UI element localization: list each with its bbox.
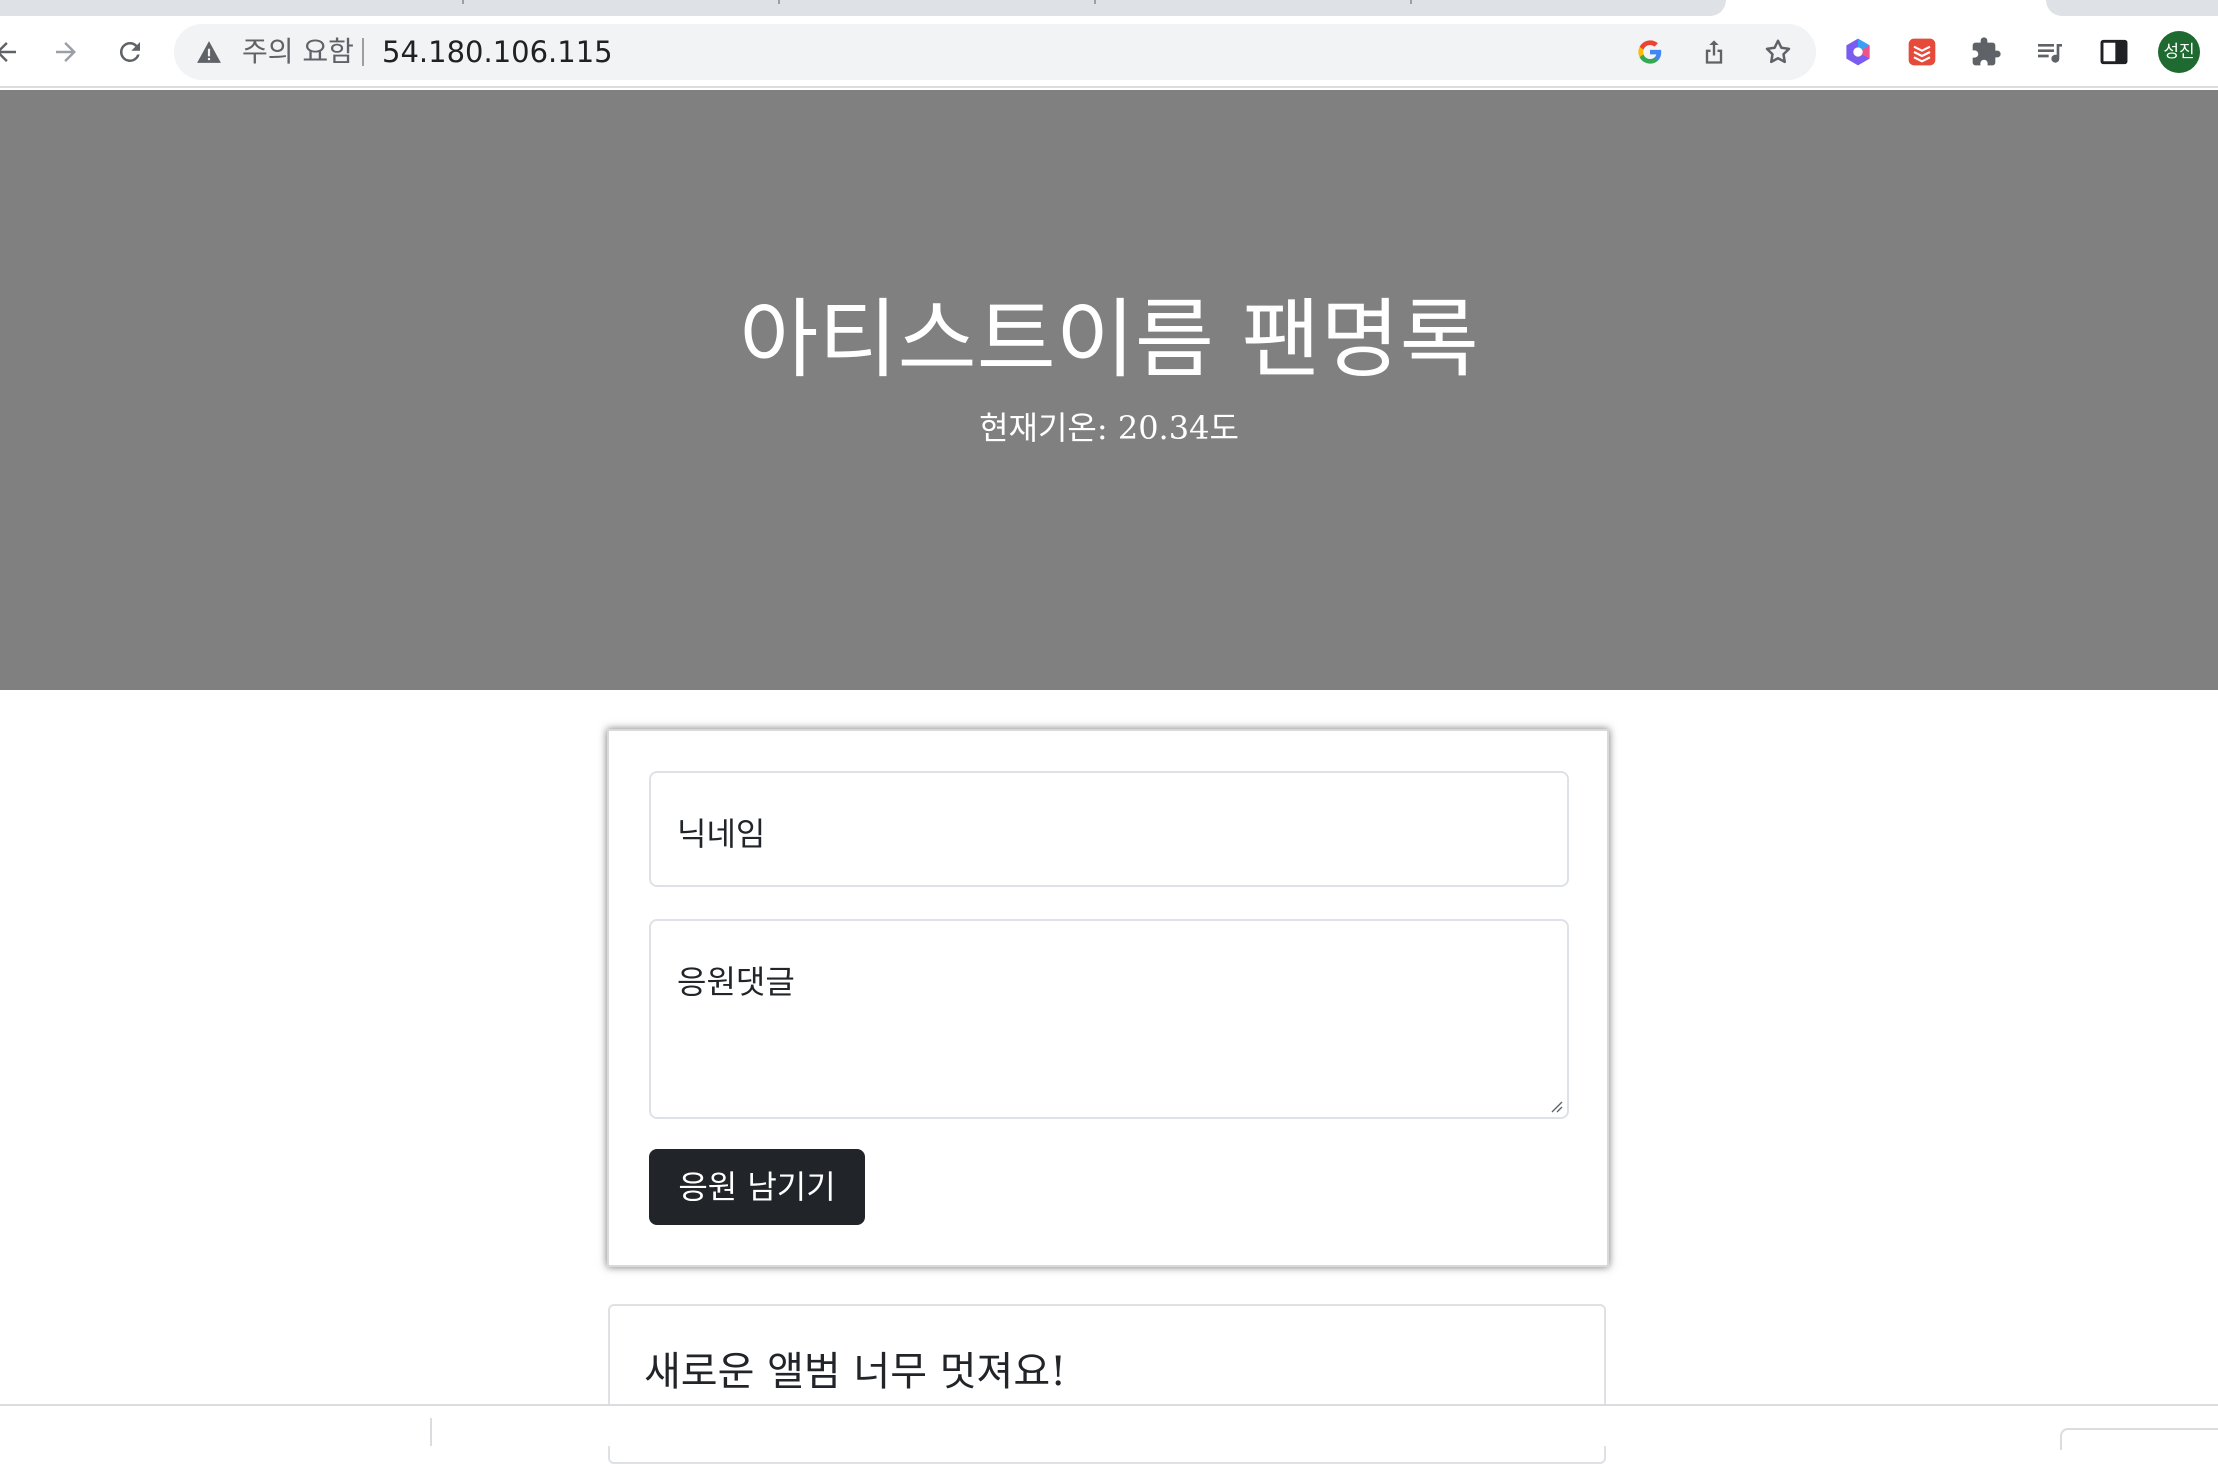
guestbook-form: 닉네임 응원댓글 응원 남기기 <box>607 729 1609 1267</box>
weather-label: 현재기온: <box>979 409 1108 447</box>
hero-banner: 아티스트이름 팬명록 현재기온: 20.34도 <box>0 90 2218 690</box>
download-bar-separator <box>430 1418 432 1446</box>
copilot-icon <box>1846 38 1870 66</box>
tab-strip <box>0 0 2218 18</box>
todoist-icon <box>1908 38 1936 66</box>
queue-music-icon <box>2038 44 2062 63</box>
nickname-input[interactable]: 닉네임 <box>649 771 1569 887</box>
toolbar-border <box>0 86 2218 88</box>
page-title: 아티스트이름 팬명록 <box>739 290 1479 390</box>
puzzle-icon <box>1972 37 2001 66</box>
tab-separator <box>462 0 464 4</box>
resize-handle-icon[interactable] <box>1547 1097 1563 1113</box>
reload-icon <box>119 41 140 62</box>
tab-separator <box>1094 0 1096 4</box>
share-icon <box>1705 40 1723 64</box>
url-text[interactable]: 54.180.106.115 <box>382 24 613 80</box>
extension-copilot-button[interactable] <box>1840 34 1876 70</box>
weather-value: 20.34 <box>1117 409 1210 447</box>
download-bar-button[interactable] <box>2060 1428 2218 1450</box>
reload-button[interactable] <box>110 32 150 72</box>
forward-arrow-icon <box>56 42 76 62</box>
media-controls-button[interactable] <box>2032 34 2068 70</box>
side-panel-icon <box>2100 39 2128 65</box>
weather-readout: 현재기온: 20.34도 <box>0 408 2218 448</box>
inactive-tab-right[interactable] <box>2046 0 2218 16</box>
star-icon <box>1765 39 1791 64</box>
download-bar <box>0 1404 2218 1450</box>
comment-placeholder: 응원댓글 <box>677 963 795 1001</box>
google-icon <box>1638 40 1662 64</box>
extension-todoist-button[interactable] <box>1904 34 1940 70</box>
tab-separator <box>1410 0 1412 4</box>
weather-unit: 도 <box>1209 409 1239 447</box>
back-arrow-icon <box>0 42 16 62</box>
warning-icon[interactable] <box>196 40 222 64</box>
forward-button[interactable] <box>46 32 86 72</box>
share-button[interactable] <box>1698 36 1730 68</box>
bookmark-button[interactable] <box>1762 36 1794 68</box>
extensions-button[interactable] <box>1968 34 2004 70</box>
security-label[interactable]: 주의 요함 <box>242 24 354 80</box>
google-lens-button[interactable] <box>1634 36 1666 68</box>
comment-textarea[interactable]: 응원댓글 <box>649 919 1569 1119</box>
comment-text: 새로운 앨범 너무 멋져요! <box>644 1349 1067 1395</box>
side-panel-button[interactable] <box>2096 34 2132 70</box>
inactive-tabs[interactable] <box>0 0 1726 16</box>
address-divider <box>362 38 364 66</box>
browser-toolbar: 주의 요함 54.180.106.115 성진 <box>0 18 2218 88</box>
back-button[interactable] <box>0 32 26 72</box>
submit-cheer-button[interactable]: 응원 남기기 <box>649 1149 865 1225</box>
nickname-placeholder: 닉네임 <box>677 815 766 853</box>
tab-separator <box>778 0 780 4</box>
address-bar[interactable]: 주의 요함 54.180.106.115 <box>174 24 1816 80</box>
profile-avatar[interactable]: 성진 <box>2158 31 2200 73</box>
